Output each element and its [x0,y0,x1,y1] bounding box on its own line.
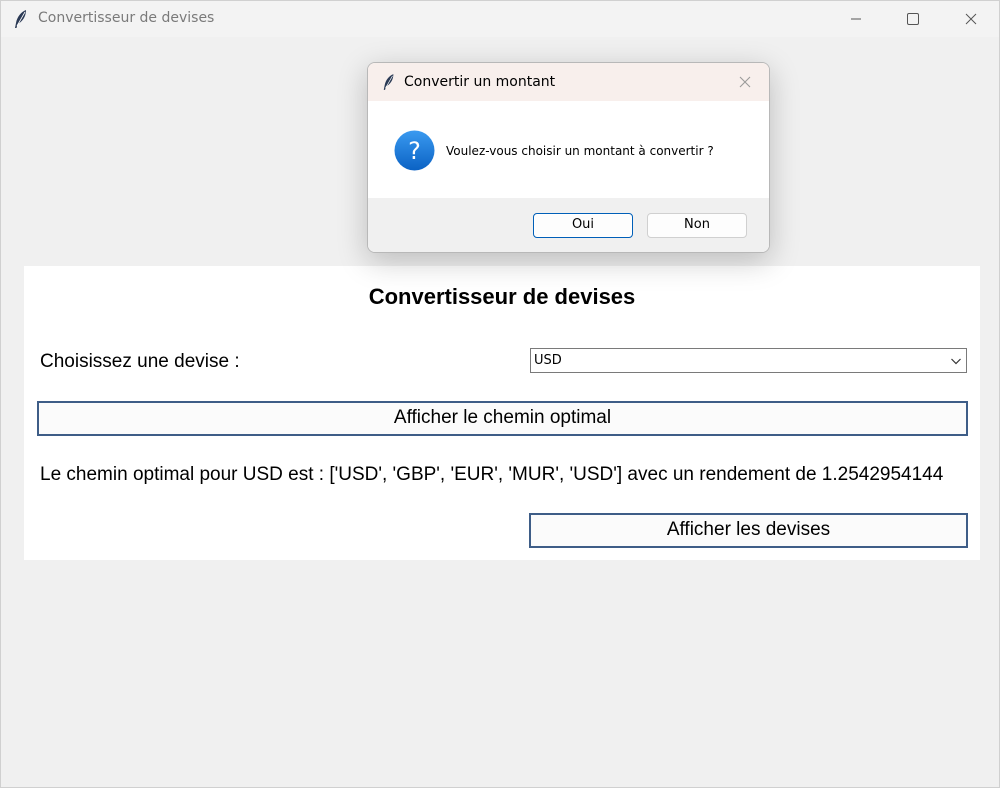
close-icon [965,13,977,25]
currency-label: Choisissez une devise : [40,351,240,372]
close-button[interactable] [942,1,1000,37]
result-text: Le chemin optimal pour USD est : ['USD',… [40,464,944,485]
convert-amount-dialog: Convertir un montant ? Voulez-vous chois… [367,62,770,253]
currency-select-value: USD [534,353,562,368]
page-title: Convertisseur de devises [368,284,636,309]
question-icon: ? [394,130,435,171]
maximize-button[interactable] [884,1,942,37]
show-optimal-path-button[interactable]: Afficher le chemin optimal [37,401,968,436]
minimize-button[interactable] [827,1,885,37]
close-icon[interactable] [739,76,751,88]
window-title: Convertisseur de devises [38,10,215,26]
dialog-title: Convertir un montant [404,74,556,90]
minimize-icon [851,18,861,20]
maximize-icon [907,13,919,25]
dialog-message: Voulez-vous choisir un montant à convert… [446,144,714,158]
feather-icon [15,10,26,28]
title-bar[interactable]: Convertisseur de devises [1,1,999,37]
dialog-footer: Oui Non [368,198,769,252]
dialog-title-bar[interactable]: Convertir un montant [368,63,769,101]
chevron-down-icon[interactable] [950,355,962,367]
currency-select[interactable]: USD [530,348,967,373]
main-panel: Convertisseur de devises Choisissez une … [24,266,980,560]
feather-icon [383,74,394,90]
svg-text:?: ? [408,137,421,165]
app-window: Convertisseur de devises Convertisseur d… [0,0,1000,788]
yes-button[interactable]: Oui [533,213,633,238]
show-currencies-button[interactable]: Afficher les devises [529,513,968,548]
no-button[interactable]: Non [647,213,747,238]
